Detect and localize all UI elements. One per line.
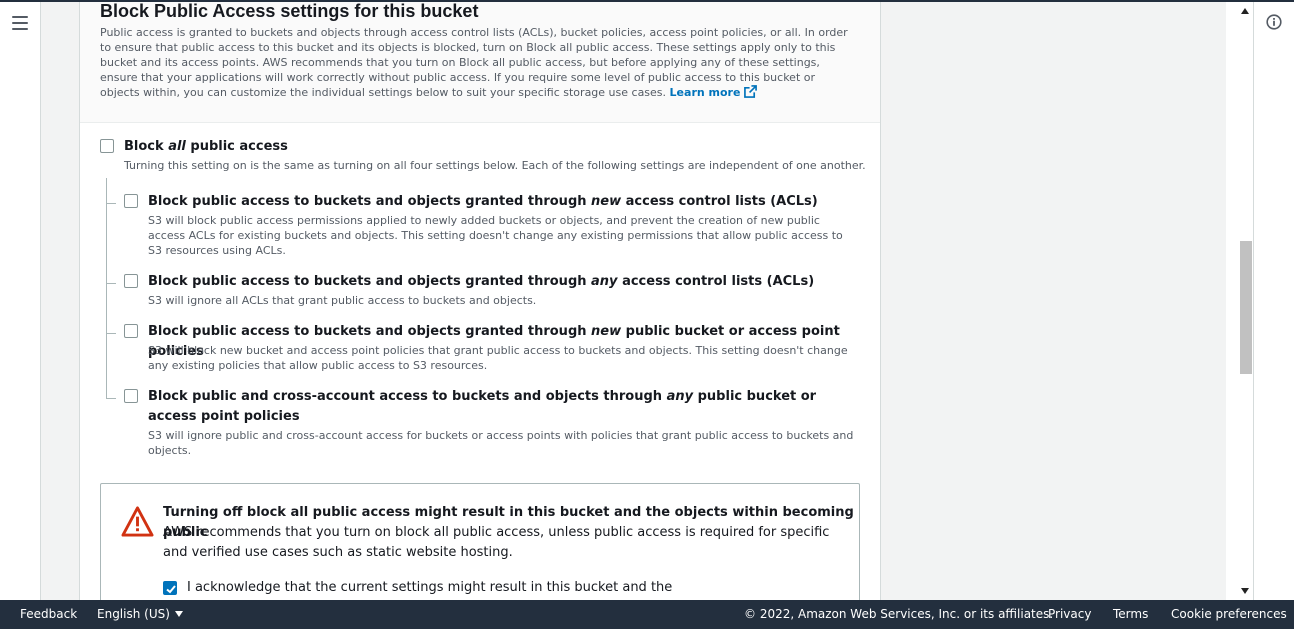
language-label: English (US): [97, 607, 170, 621]
any-policy-checkbox[interactable]: [124, 389, 138, 403]
copyright-text: © 2022, Amazon Web Services, Inc. or its…: [744, 607, 1054, 621]
block-all-label-pre: Block: [124, 139, 169, 154]
public-access-warning: Turning off block all public access migh…: [100, 483, 860, 600]
new-acl-label-em: new: [591, 194, 622, 209]
learn-more-link[interactable]: Learn more: [669, 85, 758, 99]
any-acl-label-em: any: [591, 274, 618, 289]
any-acl-label-pre: Block public access to buckets and objec…: [148, 274, 592, 289]
new-acl-label-pre: Block public access to buckets and objec…: [148, 194, 592, 209]
feedback-link[interactable]: Feedback: [20, 607, 77, 622]
console-footer: Feedback English (US) © 2022, Amazon Web…: [0, 600, 1294, 629]
external-link-icon: [744, 85, 758, 98]
new-acl-label-post: access control lists (ACLs): [621, 194, 818, 209]
block-all-checkbox[interactable]: [100, 139, 114, 153]
scroll-down-arrow-icon[interactable]: [1241, 588, 1249, 594]
cookie-preferences-link[interactable]: Cookie preferences: [1171, 607, 1287, 622]
any-policy-label-pre: Block public and cross-account access to…: [148, 389, 667, 404]
any-acl-label: Block public access to buckets and objec…: [148, 272, 814, 292]
left-nav-rail: [0, 2, 41, 600]
caret-down-icon: [174, 611, 183, 617]
learn-more-label: Learn more: [669, 86, 741, 99]
tree-branch: [106, 203, 116, 204]
tree-branch: [106, 283, 116, 284]
any-policy-label-em: any: [666, 389, 694, 404]
block-all-description: Turning this setting on is the same as t…: [124, 159, 866, 172]
tree-connector: [106, 178, 107, 398]
new-policy-label-pre: Block public access to buckets and objec…: [148, 324, 592, 339]
terms-link[interactable]: Terms: [1113, 607, 1148, 622]
acknowledge-checkbox[interactable]: [163, 581, 177, 595]
section-title: Block Public Access settings for this bu…: [100, 2, 479, 21]
right-tools-rail: [1253, 2, 1294, 600]
section-description: Public access is granted to buckets and …: [100, 25, 855, 100]
any-policy-description: S3 will ignore public and cross-account …: [148, 429, 854, 457]
tree-branch: [106, 333, 116, 334]
privacy-link[interactable]: Privacy: [1048, 607, 1091, 622]
scrollbar-thumb[interactable]: [1240, 241, 1252, 374]
warning-triangle-icon: [121, 506, 154, 537]
new-acl-description: S3 will block public access permissions …: [148, 214, 843, 257]
block-all-label-em: all: [168, 139, 186, 154]
any-policy-label: Block public and cross-account access to…: [148, 387, 848, 427]
info-icon[interactable]: [1266, 14, 1282, 30]
tree-branch: [106, 398, 116, 399]
block-all-label: Block all public access: [124, 137, 288, 157]
block-public-access-card: Block Public Access settings for this bu…: [79, 2, 881, 600]
any-acl-label-post: access control lists (ACLs): [617, 274, 815, 289]
block-all-label-post: public access: [185, 139, 288, 154]
acknowledge-label: I acknowledge that the current settings …: [187, 580, 673, 595]
new-acl-label: Block public access to buckets and objec…: [148, 192, 818, 212]
new-acl-checkbox[interactable]: [124, 194, 138, 208]
hamburger-menu-icon[interactable]: [12, 16, 28, 30]
scroll-up-arrow-icon[interactable]: [1241, 8, 1249, 14]
card-header: Block Public Access settings for this bu…: [80, 2, 880, 123]
any-acl-description: S3 will ignore all ACLs that grant publi…: [148, 294, 537, 307]
main-content: Block Public Access settings for this bu…: [41, 2, 1253, 600]
language-selector[interactable]: English (US): [97, 607, 183, 622]
new-policy-label-em: new: [591, 324, 622, 339]
checkmark-icon: [166, 585, 176, 594]
warning-text: AWS recommends that you turn on block al…: [163, 525, 830, 560]
any-acl-checkbox[interactable]: [124, 274, 138, 288]
new-policy-checkbox[interactable]: [124, 324, 138, 338]
new-policy-description: S3 will block new bucket and access poin…: [148, 344, 848, 372]
